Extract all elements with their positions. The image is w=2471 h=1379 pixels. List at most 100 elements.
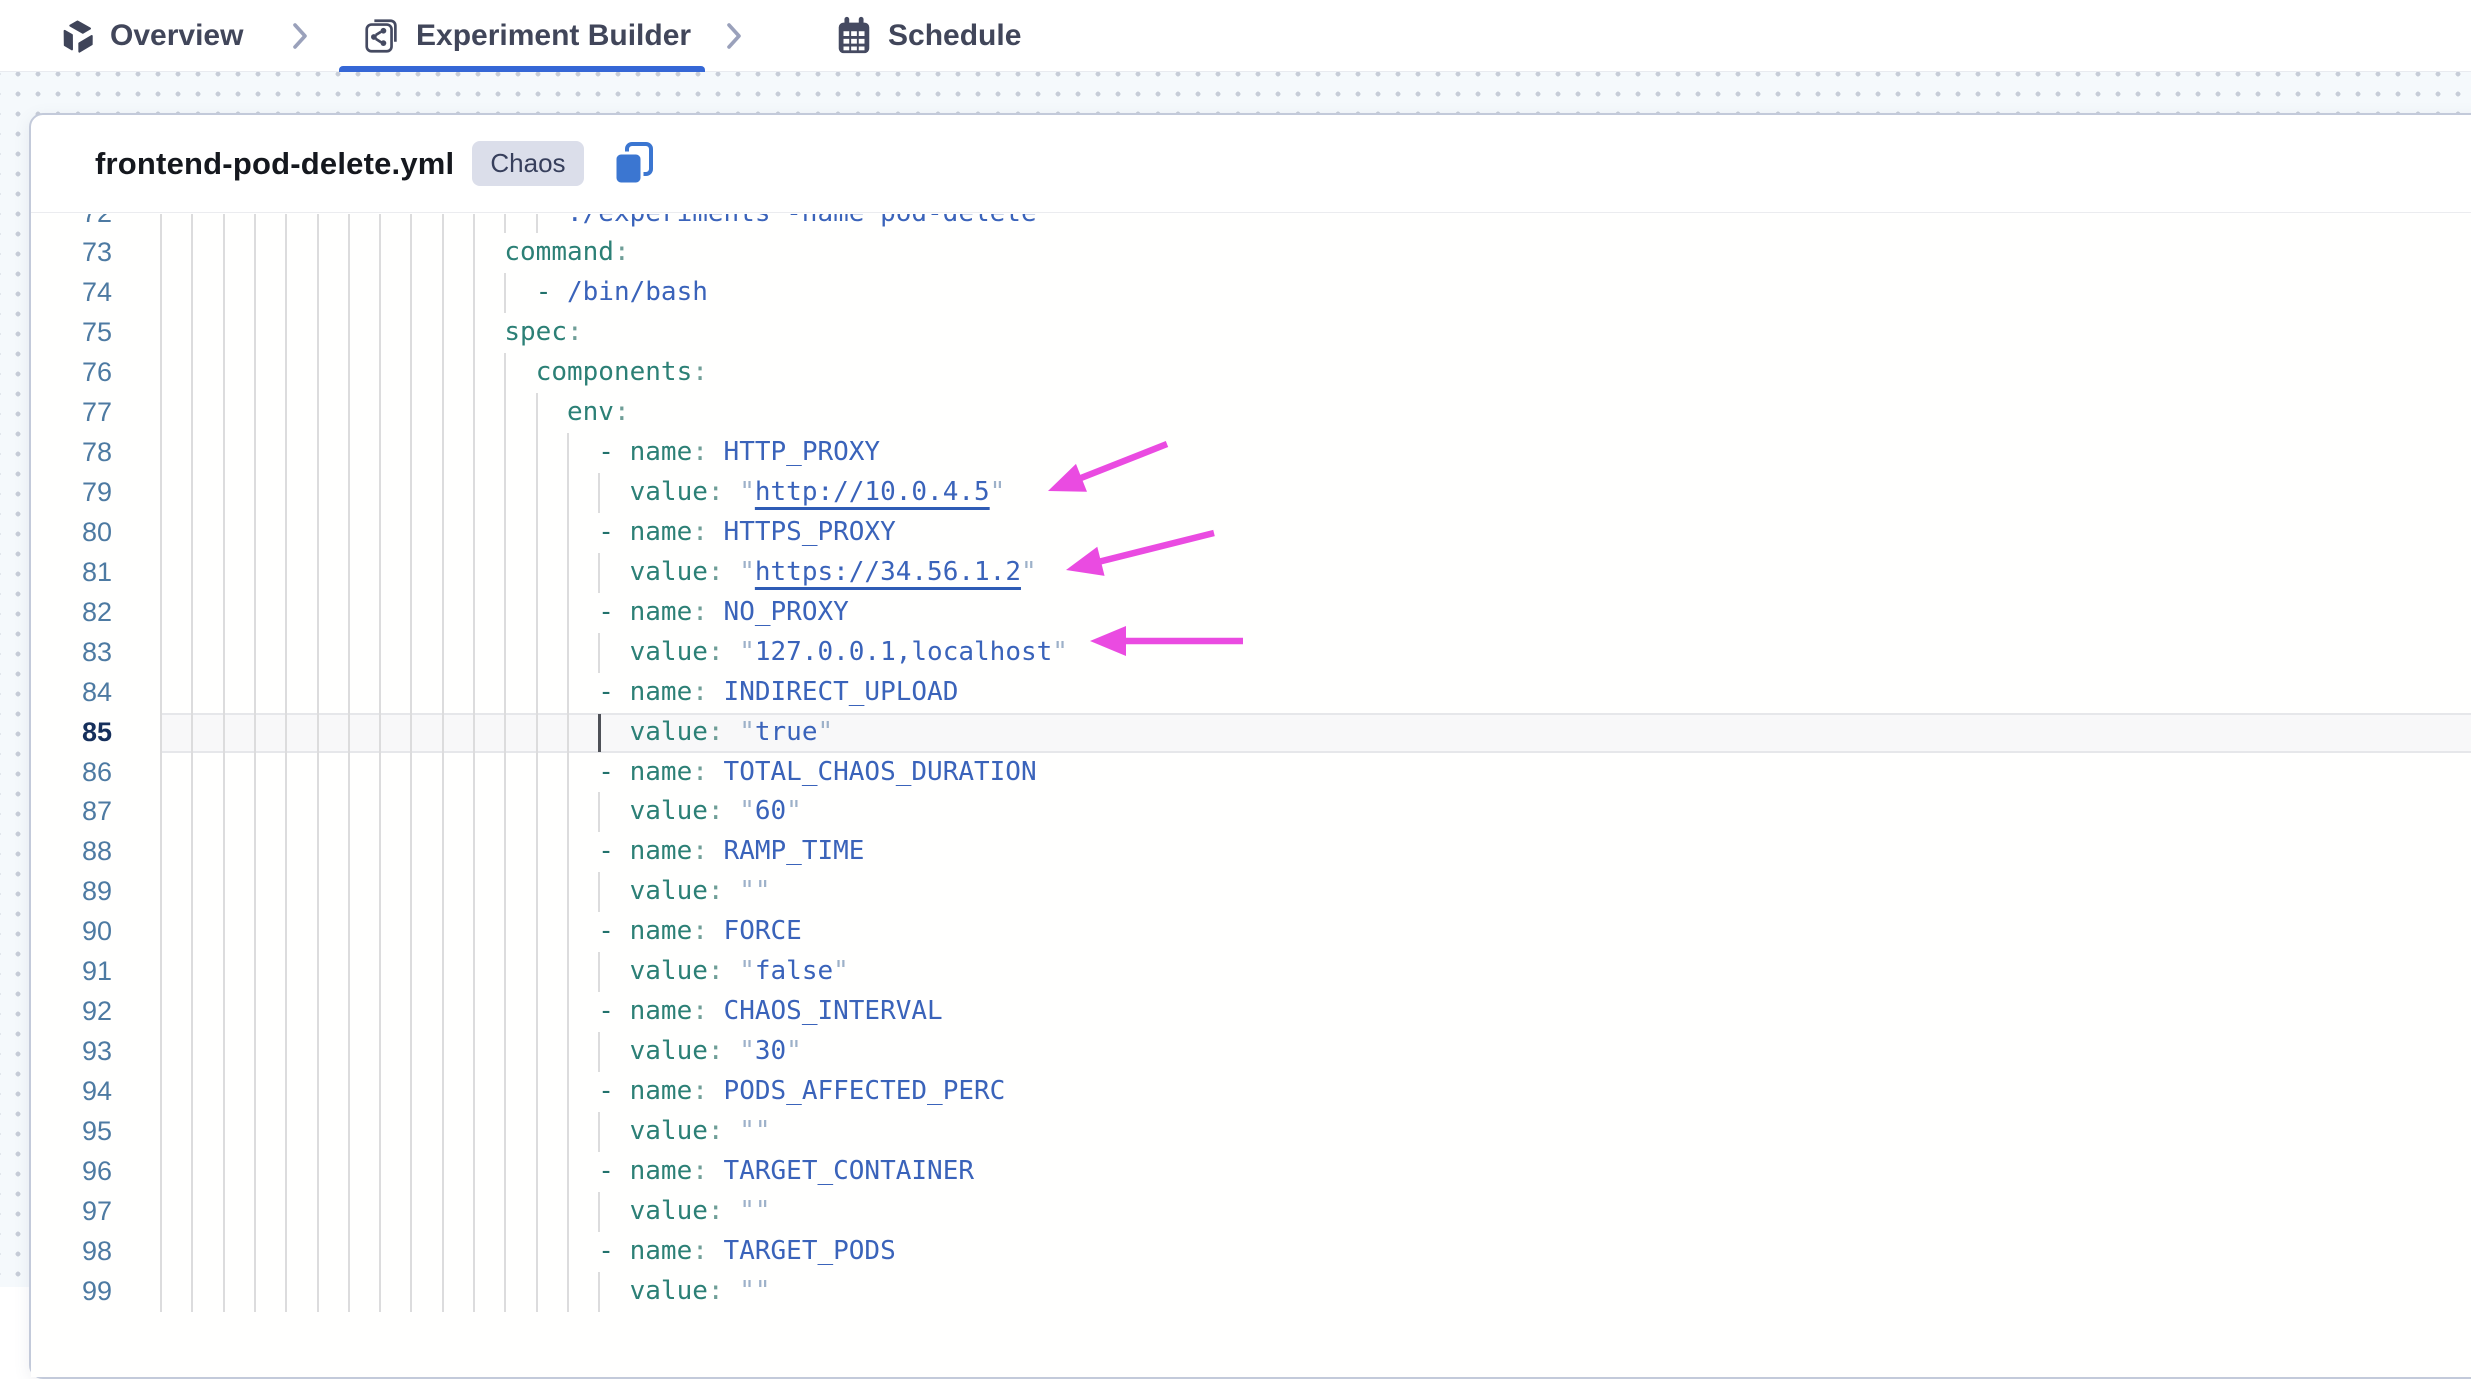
chaos-badge: Chaos xyxy=(472,141,583,186)
yaml-value: INDIRECT_UPLOAD xyxy=(724,677,959,707)
code-line-96[interactable]: 96 - name: TARGET_CONTAINER xyxy=(31,1152,2471,1192)
yaml-colon: : xyxy=(692,1076,708,1106)
quote-mark: " xyxy=(786,1036,802,1066)
yaml-string: 30 xyxy=(755,1036,786,1066)
yaml-key: value xyxy=(630,796,708,826)
yaml-key: value xyxy=(630,557,708,587)
yaml-colon: : xyxy=(692,517,708,547)
yaml-editor-panel: frontend-pod-delete.yml Chaos 72 ./exper… xyxy=(29,113,2471,1379)
yaml-colon: : xyxy=(692,437,708,467)
code-line-95[interactable]: 95 value: "" xyxy=(31,1112,2471,1152)
yaml-dash: - xyxy=(598,996,629,1026)
line-number: 89 xyxy=(31,872,112,912)
yaml-colon: : xyxy=(708,557,724,587)
code-line-84[interactable]: 84 - name: INDIRECT_UPLOAD xyxy=(31,673,2471,713)
yaml-colon: : xyxy=(708,796,724,826)
yaml-value: TOTAL_CHAOS_DURATION xyxy=(724,757,1037,787)
nav-item-overview[interactable]: Overview xyxy=(60,0,243,72)
yaml-key: name xyxy=(630,996,693,1026)
code-line-77[interactable]: 77 env: xyxy=(31,393,2471,433)
yaml-colon: : xyxy=(708,717,724,747)
code-line-86[interactable]: 86 - name: TOTAL_CHAOS_DURATION xyxy=(31,753,2471,793)
code-line-72[interactable]: 72 ./experiments -name pod-delete xyxy=(31,214,2471,233)
code-line-90[interactable]: 90 - name: FORCE xyxy=(31,912,2471,952)
code-line-93[interactable]: 93 value: "30" xyxy=(31,1032,2471,1072)
code-line-80[interactable]: 80 - name: HTTPS_PROXY xyxy=(31,513,2471,553)
yaml-colon: : xyxy=(614,397,630,427)
line-number: 90 xyxy=(31,912,112,952)
yaml-link[interactable]: http://10.0.4.5 xyxy=(755,477,990,507)
line-number: 83 xyxy=(31,633,112,673)
quote-mark: " xyxy=(739,956,755,986)
calendar-icon xyxy=(834,15,874,57)
yaml-key: name xyxy=(630,517,693,547)
active-tab-underline xyxy=(339,66,705,72)
line-number: 99 xyxy=(31,1272,112,1312)
copy-icon xyxy=(612,175,656,190)
yaml-key: name xyxy=(630,1076,693,1106)
code-line-99[interactable]: 99 value: "" xyxy=(31,1272,2471,1312)
code-line-98[interactable]: 98 - name: TARGET_PODS xyxy=(31,1232,2471,1272)
yaml-link[interactable]: https://34.56.1.2 xyxy=(755,557,1021,587)
quote-mark: " xyxy=(755,1196,771,1226)
yaml-colon: : xyxy=(692,1156,708,1186)
yaml-key: value xyxy=(630,717,708,747)
line-number: 92 xyxy=(31,992,112,1032)
code-line-73[interactable]: 73 command: xyxy=(31,233,2471,273)
yaml-colon: : xyxy=(708,1196,724,1226)
yaml-key: name xyxy=(630,597,693,627)
code-line-78[interactable]: 78 - name: HTTP_PROXY xyxy=(31,433,2471,473)
yaml-key: name xyxy=(630,677,693,707)
yaml-dash: - xyxy=(598,597,629,627)
nav-item-schedule[interactable]: Schedule xyxy=(834,0,1021,72)
yaml-dash: - xyxy=(598,1076,629,1106)
yaml-value: FORCE xyxy=(724,916,802,946)
yaml-dash: - xyxy=(598,757,629,787)
quote-mark: " xyxy=(755,1116,771,1146)
copy-button[interactable] xyxy=(612,141,656,187)
code-line-75[interactable]: 75 spec: xyxy=(31,313,2471,353)
code-line-81[interactable]: 81 value: "https://34.56.1.2" xyxy=(31,553,2471,593)
yaml-dash: - xyxy=(598,517,629,547)
yaml-colon: : xyxy=(708,876,724,906)
yaml-key: value xyxy=(630,1116,708,1146)
code-line-94[interactable]: 94 - name: PODS_AFFECTED_PERC xyxy=(31,1072,2471,1112)
code-line-85[interactable]: 85 value: "true" xyxy=(31,713,2471,753)
code-line-82[interactable]: 82 - name: NO_PROXY xyxy=(31,593,2471,633)
code-line-76[interactable]: 76 components: xyxy=(31,353,2471,393)
yaml-colon: : xyxy=(692,836,708,866)
yaml-colon: : xyxy=(708,477,724,507)
line-number: 76 xyxy=(31,353,112,393)
line-number: 82 xyxy=(31,593,112,633)
nav-item-experiment-builder[interactable]: Experiment Builder xyxy=(362,0,691,72)
yaml-colon: : xyxy=(614,237,630,267)
quote-mark: " xyxy=(739,876,755,906)
breadcrumb-nav: Overview Experiment Builder xyxy=(0,0,2471,72)
code-line-79[interactable]: 79 value: "http://10.0.4.5" xyxy=(31,473,2471,513)
code-line-88[interactable]: 88 - name: RAMP_TIME xyxy=(31,832,2471,872)
yaml-dash: - xyxy=(598,1236,629,1266)
yaml-key: value xyxy=(630,1196,708,1226)
code-line-97[interactable]: 97 value: "" xyxy=(31,1192,2471,1232)
line-number: 80 xyxy=(31,513,112,553)
yaml-value: PODS_AFFECTED_PERC xyxy=(724,1076,1006,1106)
yaml-key: name xyxy=(630,1236,693,1266)
code-line-92[interactable]: 92 - name: CHAOS_INTERVAL xyxy=(31,992,2471,1032)
line-number: 81 xyxy=(31,553,112,593)
yaml-key: name xyxy=(630,757,693,787)
yaml-value: CHAOS_INTERVAL xyxy=(724,996,943,1026)
yaml-dash: - xyxy=(598,836,629,866)
yaml-code-editor[interactable]: 72 ./experiments -name pod-delete73 comm… xyxy=(31,214,2471,1377)
chaos-logo-icon xyxy=(60,18,96,54)
code-line-87[interactable]: 87 value: "60" xyxy=(31,792,2471,832)
quote-mark: " xyxy=(739,796,755,826)
code-line-91[interactable]: 91 value: "false" xyxy=(31,952,2471,992)
code-line-83[interactable]: 83 value: "127.0.0.1,localhost" xyxy=(31,633,2471,673)
quote-mark: " xyxy=(1021,557,1037,587)
code-line-89[interactable]: 89 value: "" xyxy=(31,872,2471,912)
code-line-74[interactable]: 74 - /bin/bash xyxy=(31,273,2471,313)
quote-mark: " xyxy=(990,477,1006,507)
yaml-dash: - xyxy=(598,437,629,467)
line-number: 77 xyxy=(31,393,112,433)
quote-mark: " xyxy=(739,1276,755,1306)
